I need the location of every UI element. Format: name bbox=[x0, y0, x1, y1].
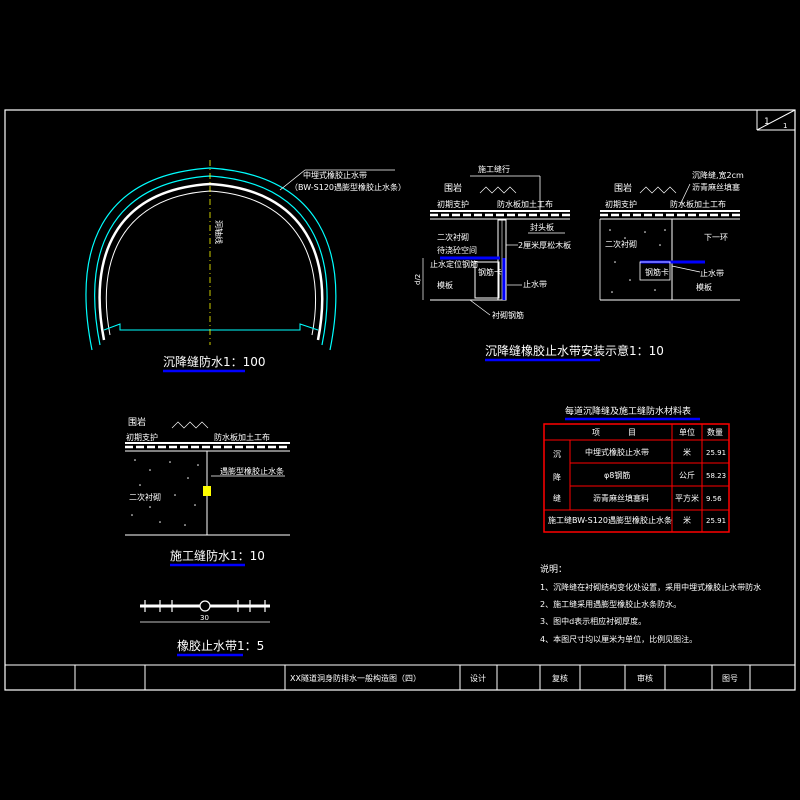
install-left-rock: 围岩 bbox=[444, 182, 462, 194]
install-right-rock-hatch bbox=[639, 186, 677, 194]
cj-secondary: 二次衬砌 bbox=[129, 492, 161, 502]
tb-drawing-no: 图号 bbox=[722, 674, 738, 683]
tunnel-arch-outer bbox=[85, 167, 337, 351]
table-row1-item: 中埋式橡胶止水带 bbox=[585, 447, 649, 457]
install-right-waterproof: 防水板加土工布 bbox=[670, 199, 726, 209]
install-left-waterstop: 止水带 bbox=[523, 279, 547, 289]
cad-drawing: 1 1 洞轴线 中埋式橡胶止水带 （BW-S120遇膨型橡胶止水条） 沉降缝防水… bbox=[4, 109, 796, 691]
cj-waterproof: 防水板加土工布 bbox=[214, 432, 270, 442]
install-left-top-label: 施工缝行 bbox=[478, 164, 510, 174]
sheet-box-diagonal bbox=[756, 109, 796, 131]
table-row1-unit: 米 bbox=[683, 447, 691, 457]
tunnel-section: 洞轴线 中埋式橡胶止水带 （BW-S120遇膨型橡胶止水条） 沉降缝防水1：10… bbox=[85, 160, 406, 373]
tunnel-axis-label: 洞轴线 bbox=[214, 220, 224, 244]
install-title: 沉降缝橡胶止水带安装示意1：10 bbox=[485, 343, 664, 358]
table-last-item: 施工缝BW-S120遇膨型橡胶止水条 bbox=[548, 515, 672, 525]
install-right-next: 下一环 bbox=[704, 233, 728, 242]
table-last-unit: 米 bbox=[683, 515, 691, 525]
notes: 说明： 1、沉降缝在衬砌结构变化处设置，采用中埋式橡胶止水带防水 2、施工缝采用… bbox=[540, 563, 761, 644]
table-row2-unit: 公斤 bbox=[679, 470, 695, 480]
tb-drawing-title: XX隧道洞身防排水一般构造图（四） bbox=[290, 673, 421, 683]
install-left-board-label: 2厘米厚松木板 bbox=[518, 240, 571, 250]
install-left-pos2: 止水定位钢筋 bbox=[430, 259, 478, 269]
rubber-waterstop: 30 橡胶止水带1：5 bbox=[140, 600, 270, 657]
table-row2-item: φ8钢筋 bbox=[604, 470, 630, 480]
install-left-formwork: 模板 bbox=[437, 280, 453, 290]
install-left-clamp: 钢筋卡 bbox=[478, 267, 502, 277]
cj-primary: 初期支护 bbox=[126, 432, 158, 442]
table-header-3: 单位 bbox=[679, 427, 695, 437]
tunnel-lining-inner bbox=[105, 190, 316, 336]
install-left-rebar-leader bbox=[469, 299, 491, 316]
notes-item-1: 1、沉降缝在衬砌结构变化处设置，采用中埋式橡胶止水带防水 bbox=[540, 582, 761, 592]
rw-dim: 30 bbox=[200, 614, 209, 622]
install-right-formwork: 模板 bbox=[696, 282, 712, 292]
install-right-gap1: 沉降缝,宽2cm bbox=[692, 170, 744, 180]
tunnel-callout-line1: 中埋式橡胶止水带 bbox=[303, 170, 367, 180]
install-left-dim: d/2 bbox=[414, 274, 422, 285]
table-header-1: 项 bbox=[592, 428, 600, 437]
install-right: 沉降缝,宽2cm 沥青麻丝填塞 围岩 初期支护 防水板加土工布 二次衬砌 下一环… bbox=[599, 170, 744, 301]
table-group-3: 缝 bbox=[553, 493, 561, 503]
title-block: XX隧道洞身防排水一般构造图（四） 设计 复核 审核 图号 bbox=[5, 664, 795, 690]
sheet-number-top: 1 bbox=[764, 117, 770, 127]
install-right-rock: 围岩 bbox=[614, 182, 632, 194]
cj-rock: 围岩 bbox=[128, 416, 146, 428]
install-right-primary: 初期支护 bbox=[605, 199, 637, 209]
install-right-clamp: 钢筋卡 bbox=[645, 267, 669, 277]
install-right-waterstop: 止水带 bbox=[700, 268, 724, 278]
cj-swell: 遇膨型橡胶止水条 bbox=[220, 466, 284, 476]
install-left-secondary: 二次衬砌 bbox=[437, 232, 469, 242]
install-left-rock-hatch bbox=[479, 186, 517, 194]
notes-item-4: 4、本图尺寸均以厘米为单位，比例见图注。 bbox=[540, 634, 697, 644]
install-left-pos1: 待浇砼空间 bbox=[437, 245, 477, 255]
rw-title: 橡胶止水带1：5 bbox=[177, 638, 264, 653]
tunnel-arch-inner bbox=[94, 175, 328, 346]
table-row3-qty: 9.56 bbox=[706, 495, 722, 503]
table-group-2: 降 bbox=[553, 472, 561, 482]
tunnel-title: 沉降缝防水1：100 bbox=[163, 354, 266, 369]
table-row1-qty: 25.91 bbox=[706, 449, 726, 457]
notes-item-3: 3、图中d表示相应衬砌厚度。 bbox=[540, 616, 646, 626]
cj-rock-hatch bbox=[171, 421, 209, 429]
install-left-seal: 封头板 bbox=[530, 222, 554, 232]
table-header-4: 数量 bbox=[707, 427, 723, 437]
tb-design: 设计 bbox=[470, 673, 486, 683]
install-left-waterproof: 防水板加土工布 bbox=[497, 199, 553, 209]
install-left-primary: 初期支护 bbox=[437, 199, 469, 209]
tunnel-callout-line2: （BW-S120遇膨型橡胶止水条） bbox=[290, 182, 406, 192]
table-row3-item: 沥青麻丝填塞料 bbox=[593, 493, 649, 503]
tb-approve: 审核 bbox=[637, 673, 653, 683]
notes-item-2: 2、施工缝采用遇膨型橡胶止水条防水。 bbox=[540, 599, 681, 609]
table-last-qty: 25.91 bbox=[706, 517, 726, 525]
table-row2-qty: 58.23 bbox=[706, 472, 726, 480]
cj-swell-strip bbox=[203, 486, 211, 496]
table-title: 每道沉降缝及施工缝防水材料表 bbox=[565, 405, 691, 417]
table-group-1: 沉 bbox=[553, 450, 561, 459]
install-left-rebar: 衬砌钢筋 bbox=[492, 310, 524, 320]
table-header-2: 目 bbox=[628, 428, 636, 437]
tunnel-lining-white bbox=[98, 182, 324, 341]
construction-joint: 围岩 初期支护 防水板加土工布 遇膨型橡胶止水条 二次衬砌 施工缝防水1：10 bbox=[125, 416, 290, 567]
install-right-secondary: 二次衬砌 bbox=[605, 239, 637, 249]
cj-title: 施工缝防水1：10 bbox=[170, 548, 265, 563]
table-row3-unit: 平方米 bbox=[675, 493, 699, 503]
install-right-waterstop-leader bbox=[671, 265, 701, 273]
install-right-gap2: 沥青麻丝填塞 bbox=[692, 182, 740, 192]
materials-table: 每道沉降缝及施工缝防水材料表 项 目 单位 数量 沉 降 缝 中埋式橡胶止水带 … bbox=[543, 405, 730, 533]
tunnel-invert bbox=[103, 323, 319, 331]
notes-heading: 说明： bbox=[540, 563, 567, 575]
tb-review: 复核 bbox=[552, 673, 568, 683]
rw-center bbox=[199, 600, 211, 612]
sheet-number-bottom: 1 bbox=[783, 122, 787, 130]
install-left: 施工缝行 围岩 初期支护 防水板加土工布 封头板 二次衬砌 待浇砼空间 止水定位… bbox=[414, 164, 571, 320]
